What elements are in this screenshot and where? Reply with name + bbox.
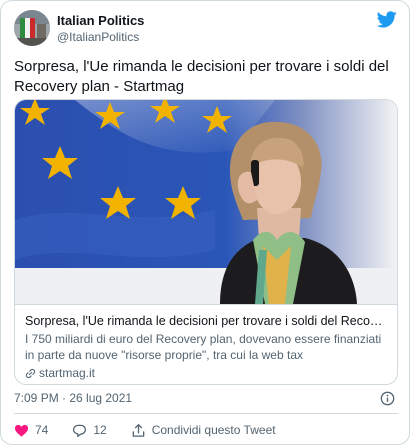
avatar[interactable]	[14, 10, 50, 46]
tweet-timestamp[interactable]: 7:09 PM · 26 lug 2021	[14, 391, 132, 405]
author-name[interactable]: Italian Politics	[57, 13, 144, 28]
reply-icon	[73, 424, 87, 437]
share-button[interactable]: Condividi questo Tweet	[131, 423, 276, 438]
twitter-bird-icon[interactable]	[377, 11, 397, 28]
author-handle[interactable]: @ItalianPolitics	[57, 30, 139, 44]
card-title[interactable]: Sorpresa, l'Ue rimanda le decisioni per …	[25, 313, 387, 329]
info-icon[interactable]	[380, 391, 395, 406]
action-bar: 74 12 Condividi questo Tweet	[14, 421, 300, 439]
card-image[interactable]	[15, 100, 397, 304]
reply-count: 12	[93, 423, 107, 437]
card-domain-text[interactable]: startmag.it	[39, 365, 95, 381]
card-description: I 750 miliardi di euro del Recovery plan…	[25, 332, 382, 362]
like-count: 74	[35, 423, 49, 437]
tweet-text: Sorpresa, l'Ue rimanda le decisioni per …	[14, 58, 389, 95]
link-card[interactable]: Sorpresa, l'Ue rimanda le decisioni per …	[14, 99, 398, 385]
card-domain[interactable]: startmag.it	[25, 365, 387, 381]
tweet-embed: Italian Politics @ItalianPolitics Sorpre…	[0, 0, 410, 445]
card-body[interactable]: Sorpresa, l'Ue rimanda le decisioni per …	[15, 304, 397, 384]
link-icon	[25, 368, 36, 378]
share-icon	[132, 423, 145, 437]
reply-button[interactable]: 12	[72, 423, 107, 438]
divider	[14, 413, 398, 414]
heart-icon	[14, 424, 29, 437]
share-label: Condividi questo Tweet	[151, 423, 276, 437]
like-button[interactable]: 74	[14, 423, 48, 438]
